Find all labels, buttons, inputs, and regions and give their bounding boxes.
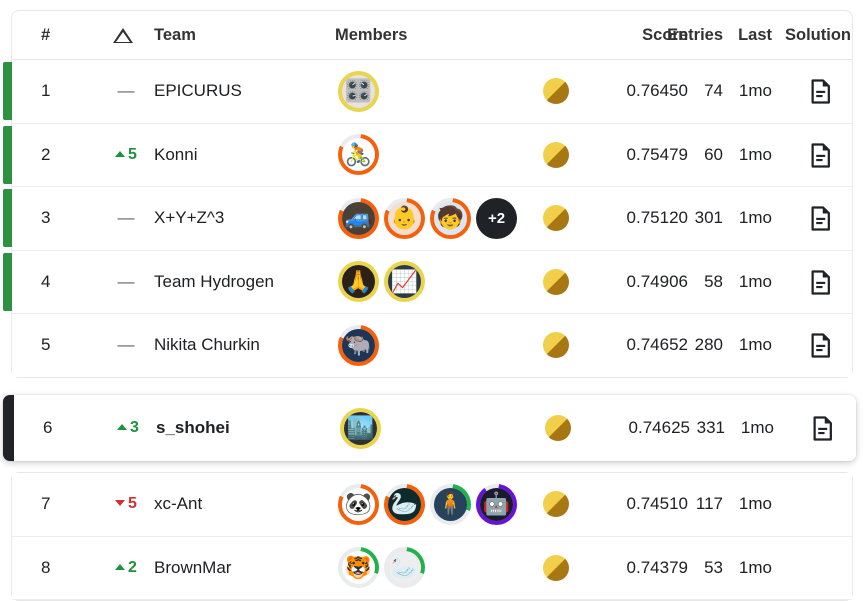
leaderboard-table-bottom: 7 5 xc-Ant 🐼 🦢 🧍 🤖 0.74510 117 1mo 8 2 BrownMar 🐯 🦢 0.7… [11, 472, 853, 601]
row-last-submission: 1mo [740, 418, 774, 437]
row-last-submission: 1mo [738, 271, 772, 291]
leaderboard-root: # Team Members Score Entries Last Soluti… [0, 0, 864, 602]
table-row[interactable]: 6 3 s_shohei 🏙️ 0.74625 331 1mo [14, 395, 856, 461]
solution-document-icon[interactable] [807, 269, 834, 296]
solution-document-icon[interactable] [807, 205, 834, 232]
medal-zone-bar [3, 62, 12, 120]
row-last-submission: 1mo [738, 81, 772, 100]
row-last-submission: 1mo [738, 208, 772, 227]
table-row[interactable]: 4— Team Hydrogen 🙏 📈 0.74906 58 1mo [3, 250, 852, 314]
table-row[interactable]: 8 2 BrownMar 🐯 🦢 0.74379 53 1mo [12, 536, 852, 600]
medal-zone-bar [3, 125, 12, 184]
solution-document-icon[interactable] [807, 332, 834, 359]
highlight-left-bar [3, 395, 14, 461]
solution-document-icon[interactable] [807, 78, 834, 105]
medal-zone-bar [3, 189, 12, 247]
leaderboard-table-top: # Team Members Score Entries Last Soluti… [3, 10, 853, 378]
row-last-submission: 1mo [738, 144, 772, 164]
medal-zone-bar [3, 252, 12, 311]
table-row[interactable]: 5— Nikita Churkin 🐃 0.74652 280 1mo [12, 314, 852, 377]
table-row[interactable]: 2 5 Konni 🚴 0.75479 60 1mo [3, 123, 852, 187]
row-last-submission: 1mo [738, 494, 772, 513]
table-row[interactable]: 7 5 xc-Ant 🐼 🦢 🧍 🤖 0.74510 117 1mo [12, 473, 852, 537]
solution-document-icon[interactable] [809, 415, 836, 442]
table-header-row: # Team Members Score Entries Last Soluti… [12, 11, 852, 60]
row-last-submission: 1mo [738, 557, 772, 577]
table-row[interactable]: 1— EPICURUS 🎛️ 0.76450 74 1mo [3, 60, 852, 124]
solution-document-icon[interactable] [807, 142, 834, 169]
column-header-solution: Solution [785, 26, 851, 44]
table-row[interactable]: 3— X+Y+Z^3 🚙 👶 🧒 +2 0.75120 301 1mo [3, 187, 852, 251]
row-last-submission: 1mo [738, 335, 772, 354]
highlighted-team-row-card[interactable]: 6 3 s_shohei 🏙️ 0.74625 331 1mo [3, 395, 856, 461]
